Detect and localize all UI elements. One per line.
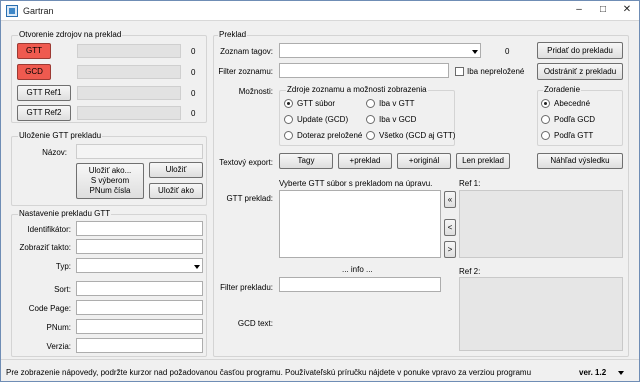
radio-by-gcd[interactable] — [541, 115, 550, 124]
radio-alphabetical-label: Abecedné — [554, 99, 591, 108]
identifier-label: Identifikátor: — [27, 225, 71, 234]
radio-all[interactable] — [366, 131, 375, 140]
pnum-input[interactable] — [76, 319, 203, 334]
sort-label: Sort: — [54, 285, 71, 294]
export-plus-original-button[interactable]: +originál — [397, 153, 451, 169]
display-as-label: Zobraziť takto: — [19, 243, 71, 252]
type-label: Typ: — [55, 262, 71, 271]
tags-select[interactable] — [279, 43, 481, 58]
ref2-label: Ref 2: — [459, 267, 481, 276]
save-group-title: Uloženie GTT prekladu — [18, 131, 103, 140]
gtt-translation-textarea[interactable] — [279, 190, 441, 258]
sort-group-title: Zoradenie — [543, 85, 582, 94]
filter-list-input[interactable] — [279, 63, 449, 78]
save-as-button[interactable]: Uložiť ako — [149, 183, 203, 199]
minimize-icon[interactable]: – — [567, 1, 591, 20]
untranslated-only-checkbox[interactable] — [455, 67, 464, 76]
radio-only-gcd-label: Iba v GCD — [379, 115, 417, 124]
version-text[interactable]: ver. 1.2 — [579, 368, 606, 377]
radio-alphabetical[interactable] — [541, 99, 550, 108]
sources-group-title: Otvorenie zdrojov na preklad — [18, 30, 123, 39]
open-gtt-button[interactable]: GTT — [17, 43, 51, 59]
status-bar: Pre zobrazenie nápovedy, podržte kurzor … — [1, 359, 639, 381]
maximize-icon[interactable]: □ — [591, 1, 615, 20]
radio-by-gcd-label: Podľa GCD — [554, 115, 596, 124]
open-ref2-button[interactable]: GTT Ref2 — [17, 105, 71, 121]
filter-translation-label: Filter prekladu: — [220, 283, 273, 292]
radio-all-label: Všetko (GCD aj GTT) — [379, 131, 456, 140]
radio-by-gtt-label: Podľa GTT — [554, 131, 594, 140]
text-export-label: Textový export: — [219, 158, 273, 167]
radio-gtt-file-label: GTT súbor — [297, 99, 336, 108]
name-input[interactable] — [76, 144, 203, 159]
radio-gtt-file[interactable] — [284, 99, 293, 108]
open-ref1-button[interactable]: GTT Ref1 — [17, 85, 71, 101]
ref1-textarea[interactable] — [459, 190, 623, 258]
ref2-count: 0 — [191, 109, 196, 118]
hint-text: Vyberte GTT súbor s prekladom na úpravu. — [279, 179, 433, 188]
version-label: Verzia: — [46, 342, 71, 351]
radio-translated-so-far[interactable] — [284, 131, 293, 140]
chevron-down-icon — [194, 265, 200, 269]
settings-group-title: Nastavenie prekladu GTT — [18, 209, 112, 218]
ref1-progress-bar — [77, 86, 181, 100]
radio-only-gcd[interactable] — [366, 115, 375, 124]
title-bar: Gartran – □ ✕ — [1, 1, 639, 21]
app-icon — [6, 5, 18, 17]
radio-only-gtt-label: Iba v GTT — [379, 99, 415, 108]
tags-count: 0 — [505, 47, 510, 56]
preview-result-button[interactable]: Náhľad výsledku — [537, 153, 623, 169]
main-window: Gartran – □ ✕ Otvorenie zdrojov na prekl… — [0, 0, 640, 382]
copy-ref-button[interactable]: « — [444, 191, 456, 208]
gtt-progress-bar — [77, 44, 181, 58]
ref1-count: 0 — [191, 89, 196, 98]
filter-translation-input[interactable] — [279, 277, 441, 292]
radio-translated-so-far-label: Doteraz preložené — [297, 131, 363, 140]
chevron-down-icon — [472, 50, 478, 54]
pnum-label: PNum: — [46, 323, 71, 332]
ref2-textarea[interactable] — [459, 277, 623, 351]
radio-update-gcd[interactable] — [284, 115, 293, 124]
save-button[interactable]: Uložiť — [149, 162, 203, 178]
gcd-text-display — [279, 297, 441, 351]
gcd-text-label: GCD text: — [237, 319, 273, 328]
ref1-label: Ref 1: — [459, 179, 481, 188]
display-as-input[interactable] — [76, 239, 203, 254]
radio-only-gtt[interactable] — [366, 99, 375, 108]
status-text: Pre zobrazenie nápovedy, podržte kurzor … — [6, 368, 532, 377]
radio-update-gcd-label: Update (GCD) — [297, 115, 349, 124]
gtt-count: 0 — [191, 47, 196, 56]
ref2-progress-bar — [77, 106, 181, 120]
previous-button[interactable]: < — [444, 219, 456, 236]
info-text: ... info ... — [342, 265, 373, 274]
preklad-group-title: Preklad — [218, 30, 248, 39]
list-sources-group-title: Zdroje zoznamu a možnosti zobrazenia — [286, 85, 428, 94]
gcd-progress-bar — [77, 65, 181, 79]
save-as-selected-button[interactable]: Uložiť ako... S výberom PNum čísla — [76, 163, 144, 199]
open-gcd-button[interactable]: GCD — [17, 64, 51, 80]
version-input[interactable] — [76, 338, 203, 353]
export-translation-only-button[interactable]: Len preklad — [456, 153, 510, 169]
add-to-translation-button[interactable]: Pridať do prekladu — [537, 42, 623, 59]
version-menu-chevron-icon[interactable] — [618, 371, 624, 375]
export-plus-translation-button[interactable]: +preklad — [338, 153, 392, 169]
gcd-count: 0 — [191, 68, 196, 77]
remove-from-translation-button[interactable]: Odstrániť z prekladu — [537, 63, 623, 80]
code-page-label: Code Page: — [28, 304, 71, 313]
options-label: Možnosti: — [238, 87, 273, 96]
type-select[interactable] — [76, 258, 203, 273]
gtt-translation-label: GTT preklad: — [226, 194, 273, 203]
untranslated-only-label: Iba nepreložené — [467, 67, 525, 76]
sort-input[interactable] — [76, 281, 203, 296]
tags-label: Zoznam tagov: — [220, 47, 273, 56]
filter-list-label: Filter zoznamu: — [218, 67, 273, 76]
window-title: Gartran — [23, 6, 54, 16]
next-button[interactable]: > — [444, 241, 456, 258]
export-tags-button[interactable]: Tagy — [279, 153, 333, 169]
close-icon[interactable]: ✕ — [615, 1, 639, 20]
identifier-input[interactable] — [76, 221, 203, 236]
code-page-input[interactable] — [76, 300, 203, 315]
name-label: Názov: — [42, 148, 67, 157]
radio-by-gtt[interactable] — [541, 131, 550, 140]
